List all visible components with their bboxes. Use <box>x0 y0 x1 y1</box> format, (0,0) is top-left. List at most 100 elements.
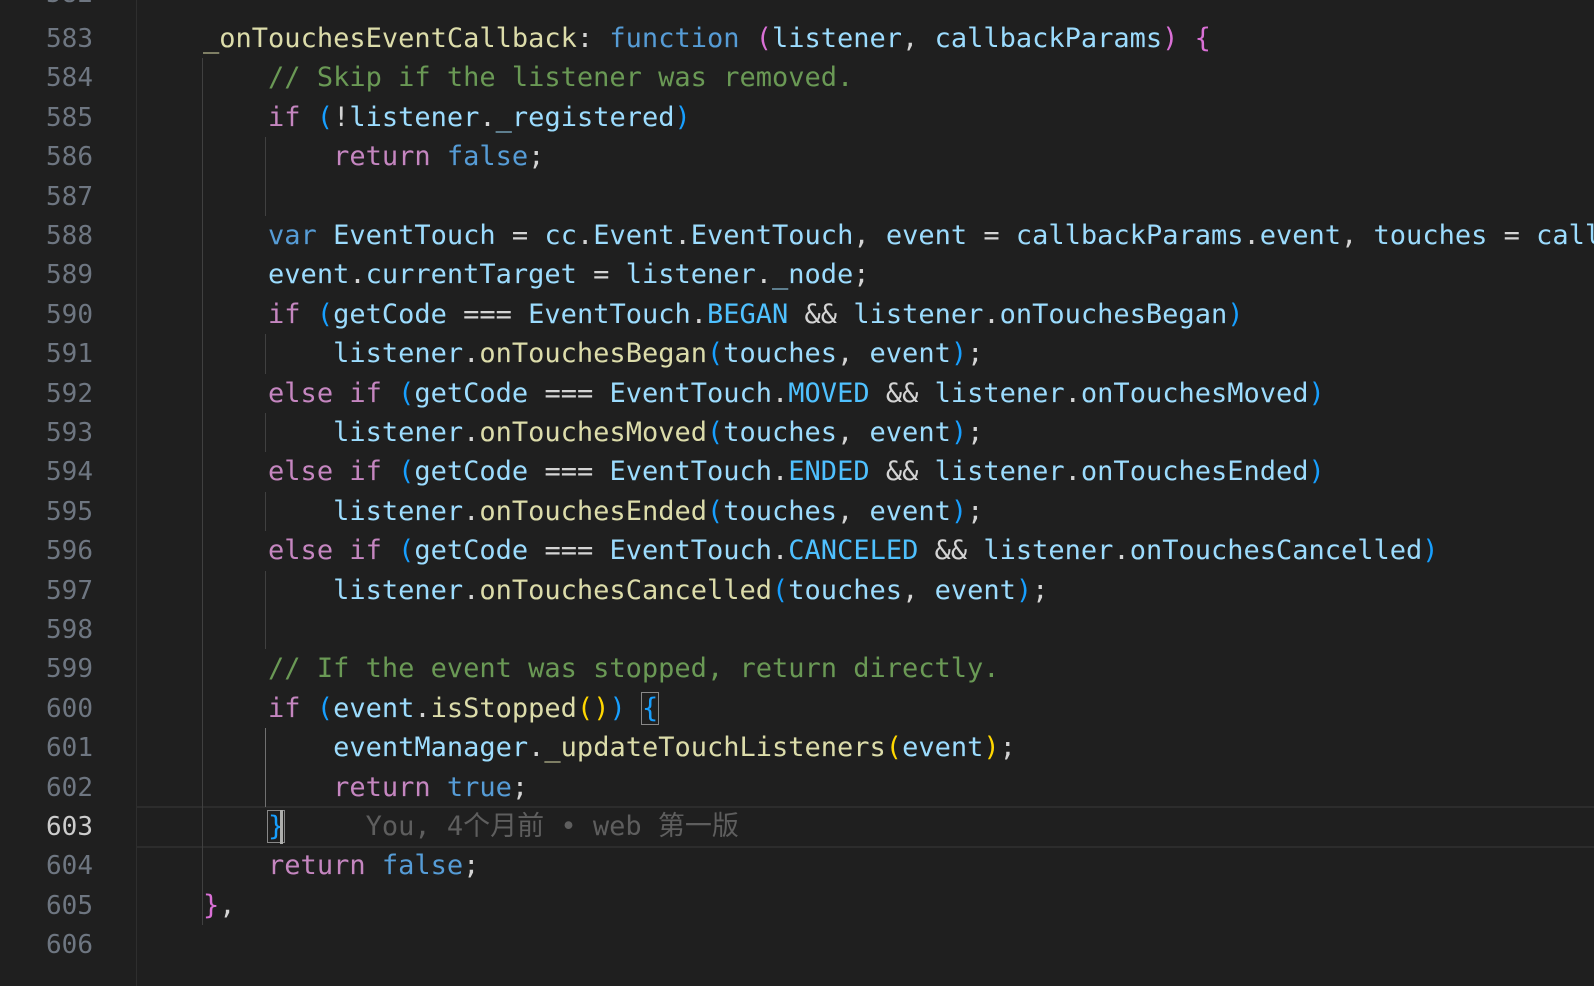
code-token: false <box>381 850 464 882</box>
code-token: currentTarget <box>365 259 577 291</box>
code-token: event <box>333 692 415 724</box>
code-line[interactable]: if (getCode === EventTouch.BEGAN && list… <box>138 295 1243 335</box>
code-token: = <box>495 220 545 251</box>
code-token: true <box>446 771 512 803</box>
code-token: . <box>674 220 691 251</box>
code-token: . <box>1113 535 1130 567</box>
code-token: . <box>463 417 480 448</box>
line-number: 600 <box>46 693 93 724</box>
code-token: . <box>1243 220 1260 251</box>
code-token: else <box>268 535 334 567</box>
code-token: ) <box>950 417 968 448</box>
code-token: listener <box>333 338 464 370</box>
code-token: if <box>268 692 301 724</box>
code-token: listener <box>333 574 464 606</box>
line-number: 605 <box>46 890 93 921</box>
code-token: = <box>967 220 1016 251</box>
code-line[interactable]: if (!listener._registered) <box>138 98 691 138</box>
line-number: 594 <box>46 457 93 488</box>
code-token: ; <box>967 417 984 448</box>
code-token: , <box>902 574 935 606</box>
code-line[interactable]: // If the event was stopped, return dire… <box>138 649 1000 689</box>
code-line[interactable]: var EventTouch = cc.Event.EventTouch, ev… <box>138 216 1594 256</box>
code-token: . <box>772 535 789 567</box>
code-token: { <box>1194 23 1211 54</box>
code-token: function <box>609 23 740 54</box>
code-token: var <box>268 220 317 251</box>
code-line[interactable]: } You, 4个月前 • web 第一版 <box>138 807 739 847</box>
line-number: 596 <box>46 536 93 567</box>
code-token: ( <box>772 574 789 606</box>
code-line[interactable]: eventManager._updateTouchListeners(event… <box>138 728 1016 768</box>
code-token: . <box>414 692 431 724</box>
code-line[interactable]: }, <box>138 886 236 926</box>
code-token: ENDED <box>788 456 870 488</box>
code-token: ; <box>528 141 545 173</box>
code-token: EventTouch <box>609 535 773 567</box>
code-token: if <box>349 456 382 488</box>
code-token: listener <box>625 259 756 291</box>
code-area[interactable]: _onTouchesEventCallback: function (liste… <box>138 0 1594 986</box>
code-token: EventTouch <box>609 456 773 488</box>
code-token: , <box>1341 220 1374 251</box>
line-number: 602 <box>46 772 93 803</box>
code-line[interactable]: // Skip if the listener was removed. <box>138 58 853 98</box>
code-line[interactable]: event.currentTarget = listener._node; <box>138 255 870 295</box>
code-token: . <box>1064 456 1081 488</box>
code-token: CANCELED <box>788 535 919 567</box>
indent-guide <box>265 491 266 532</box>
code-token: listener <box>983 535 1114 567</box>
line-number: 606 <box>46 930 93 961</box>
line-number: 589 <box>46 260 93 291</box>
line-number: 585 <box>46 102 93 133</box>
code-line[interactable]: return false; <box>138 137 544 177</box>
code-token: ) <box>1422 535 1439 567</box>
code-line[interactable]: return true; <box>138 768 528 808</box>
code-token: ) <box>950 495 968 527</box>
code-token: ) <box>950 338 968 370</box>
line-number: 583 <box>46 24 93 54</box>
code-token: // Skip if the listener was removed. <box>268 62 854 94</box>
code-line[interactable]: listener.onTouchesCancelled(touches, eve… <box>138 571 1048 611</box>
code-token: touches <box>1373 220 1488 251</box>
code-editor[interactable]: 582 583 584 585 586 587 588 589 590 591 592 593 594 5… <box>0 0 1594 986</box>
code-token: getCode <box>414 535 529 567</box>
code-token: _registered <box>495 101 675 133</box>
line-number: 586 <box>46 142 93 173</box>
code-token: EventTouch <box>609 377 773 409</box>
code-token: ! <box>333 101 350 133</box>
code-line[interactable]: if (event.isStopped()) { <box>138 689 660 729</box>
code-token: event <box>934 574 1016 606</box>
code-token: . <box>528 732 545 764</box>
code-token: , <box>219 889 236 921</box>
code-line[interactable]: _onTouchesEventCallback: function (liste… <box>138 19 1211 59</box>
code-line[interactable]: else if (getCode === EventTouch.CANCELED… <box>138 531 1439 571</box>
code-token: isStopped <box>430 692 577 724</box>
code-token: false <box>446 141 529 173</box>
code-line[interactable]: else if (getCode === EventTouch.MOVED &&… <box>138 374 1325 414</box>
line-number: 601 <box>46 733 93 764</box>
code-line[interactable]: else if (getCode === EventTouch.ENDED &&… <box>138 452 1325 492</box>
code-token: _updateTouchListeners <box>544 732 886 764</box>
code-token: if <box>349 377 382 409</box>
code-token: else <box>268 377 334 409</box>
code-token: EventTouch <box>690 220 854 251</box>
indent-guide <box>265 334 266 374</box>
code-line[interactable]: return false; <box>138 846 479 886</box>
code-token: && <box>869 377 935 409</box>
code-token: if <box>268 298 301 330</box>
code-token: EventTouch <box>333 220 496 251</box>
